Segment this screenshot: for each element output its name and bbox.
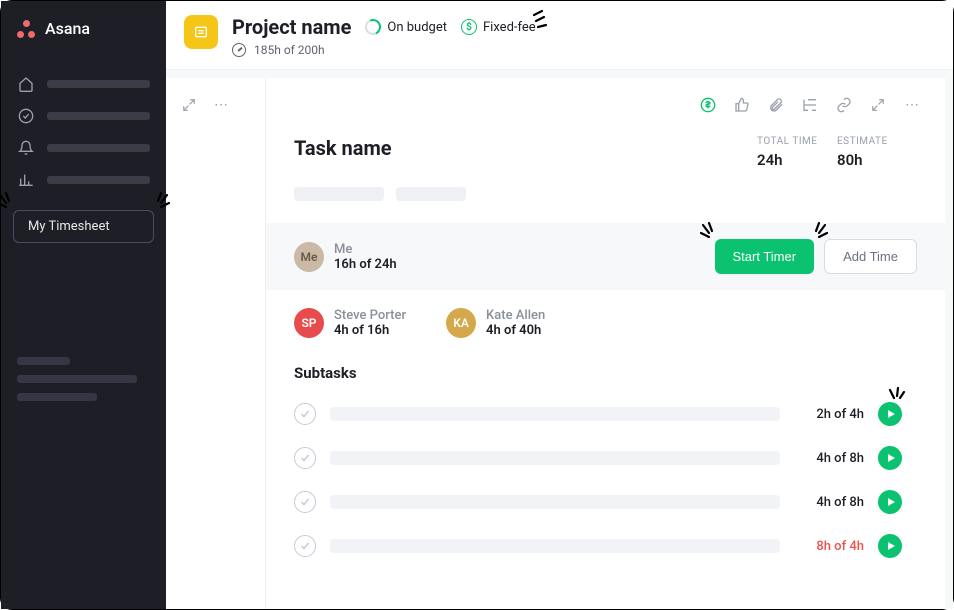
thumbs-up-button[interactable] (733, 96, 751, 114)
play-button[interactable] (878, 402, 902, 426)
total-time-label: TOTAL TIME (757, 136, 837, 147)
estimate-value: 80h (837, 151, 917, 169)
project-hours: 185h of 200h (232, 43, 536, 57)
placeholder-bar (396, 187, 466, 201)
emphasis-marks-icon (145, 191, 173, 215)
play-button[interactable] (878, 534, 902, 558)
check-circle-icon[interactable] (294, 403, 316, 425)
budget-status-label: On budget (387, 20, 447, 35)
nav-tasks[interactable] (1, 100, 166, 132)
assignee-item[interactable]: SP Steve Porter 4h of 16h (294, 308, 406, 338)
fee-type-chip[interactable]: $ Fixed-fee (461, 19, 536, 35)
subtask-hours: 8h of 4h (794, 539, 864, 554)
emphasis-marks-icon (882, 386, 910, 410)
fee-type-label: Fixed-fee (483, 20, 536, 35)
avatar: Me (294, 242, 324, 272)
total-time-value: 24h (757, 151, 837, 169)
current-user-row: Me Me 16h of 24h Start Timer Add Time (266, 223, 945, 290)
placeholder-bar (330, 539, 780, 553)
expand-button[interactable] (180, 96, 198, 114)
task-meta-placeholder (266, 175, 945, 223)
check-circle-icon[interactable] (294, 535, 316, 557)
subtask-hours: 2h of 4h (794, 407, 864, 422)
asana-logo-icon (17, 20, 35, 38)
placeholder-bar (330, 451, 780, 465)
dollar-icon-button[interactable] (699, 96, 717, 114)
add-time-button[interactable]: Add Time (824, 239, 917, 274)
emphasis-marks-icon (0, 191, 22, 215)
assignee-name: Steve Porter (334, 308, 406, 323)
emphasis-marks-icon (532, 7, 560, 31)
more-options-button[interactable]: ⋯ (903, 96, 921, 114)
check-circle-icon[interactable] (294, 491, 316, 513)
assignee-list: SP Steve Porter 4h of 16h KA Kate Allen … (266, 290, 945, 356)
subtask-row[interactable]: 4h of 8h (266, 480, 945, 524)
assignee-item[interactable]: KA Kate Allen 4h of 40h (446, 308, 545, 338)
emphasis-marks-icon (697, 221, 725, 245)
placeholder-bar (17, 393, 97, 401)
nav-home[interactable] (1, 68, 166, 100)
play-button[interactable] (878, 490, 902, 514)
subtask-hours: 4h of 8h (794, 451, 864, 466)
subtask-icon-button[interactable] (801, 96, 819, 114)
subtask-row[interactable]: 2h of 4h (266, 392, 945, 436)
project-header: Project name On budget $ Fixed-fee (166, 1, 953, 70)
chart-bar-icon (17, 171, 35, 189)
placeholder-bar (17, 375, 137, 383)
brand[interactable]: Asana (1, 19, 166, 68)
avatar: SP (294, 308, 324, 338)
placeholder-bar (47, 80, 150, 88)
left-mini-panel: ⋯ (166, 78, 266, 609)
timesheet-label: My Timesheet (28, 219, 110, 234)
subtasks-title: Subtasks (266, 356, 945, 392)
budget-status-chip[interactable]: On budget (365, 19, 447, 35)
play-button[interactable] (878, 446, 902, 470)
brand-name: Asana (45, 19, 90, 38)
placeholder-bar (294, 187, 384, 201)
progress-ring-icon (363, 17, 384, 38)
home-icon (17, 75, 35, 93)
placeholder-bar (330, 407, 780, 421)
project-title: Project name (232, 15, 351, 39)
assignee-name: Me (334, 242, 397, 257)
sidebar-placeholder-group (1, 347, 166, 411)
check-circle-icon[interactable] (294, 447, 316, 469)
placeholder-bar (330, 495, 780, 509)
project-icon (184, 15, 218, 49)
nav-notifications[interactable] (1, 132, 166, 164)
emphasis-marks-icon (803, 221, 831, 245)
bell-icon (17, 139, 35, 157)
subtask-row[interactable]: 4h of 8h (266, 436, 945, 480)
placeholder-bar (17, 357, 70, 365)
link-button[interactable] (835, 96, 853, 114)
dollar-icon: $ (461, 19, 477, 35)
gauge-icon (232, 43, 246, 57)
main-area: Project name On budget $ Fixed-fee (166, 1, 953, 609)
nav-reports[interactable] (1, 164, 166, 196)
subtask-hours: 4h of 8h (794, 495, 864, 510)
assignee-hours: 4h of 40h (486, 323, 545, 338)
placeholder-bar (47, 176, 150, 184)
task-title: Task name (294, 136, 757, 160)
task-toolbar: ⋯ (266, 78, 945, 124)
assignee-hours: 4h of 16h (334, 323, 406, 338)
more-button[interactable]: ⋯ (212, 96, 230, 114)
attachment-button[interactable] (767, 96, 785, 114)
assignee-hours: 16h of 24h (334, 257, 397, 272)
avatar: KA (446, 308, 476, 338)
task-panel: ⋯ Task name TOTAL TIME 24h ESTIMATE 80h (266, 78, 945, 609)
start-timer-button[interactable]: Start Timer (715, 239, 815, 274)
estimate-label: ESTIMATE (837, 136, 917, 147)
placeholder-bar (47, 112, 150, 120)
subtask-row[interactable]: 8h of 4h (266, 524, 945, 568)
placeholder-bar (47, 144, 150, 152)
sidebar: Asana (1, 1, 166, 609)
expand-panel-button[interactable] (869, 96, 887, 114)
check-circle-icon (17, 107, 35, 125)
project-hours-label: 185h of 200h (254, 43, 325, 57)
assignee-name: Kate Allen (486, 308, 545, 323)
sidebar-item-timesheet[interactable]: My Timesheet (13, 210, 154, 243)
